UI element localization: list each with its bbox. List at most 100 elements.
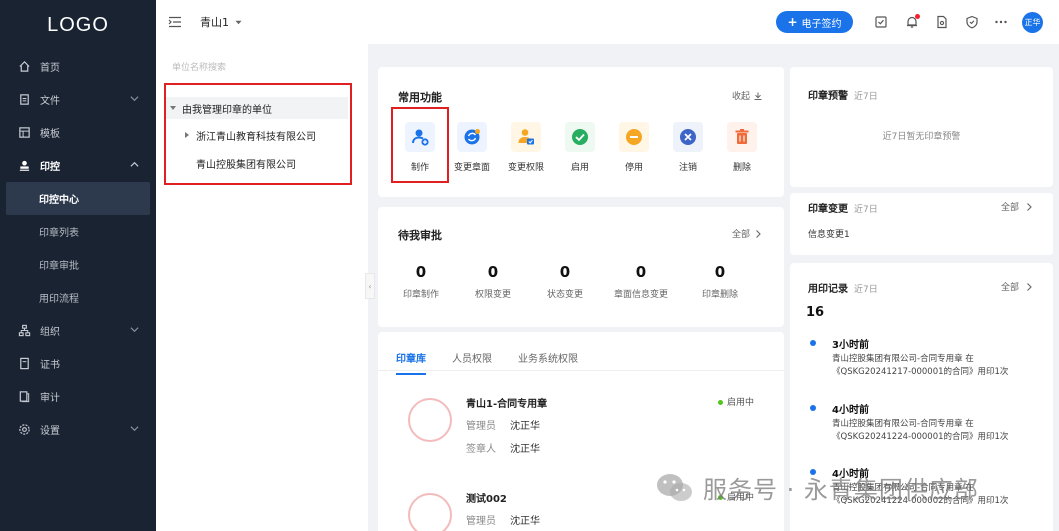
chevron-down-icon <box>130 327 139 333</box>
timeline-dot <box>810 405 816 411</box>
menu-toggle-icon[interactable] <box>168 15 182 29</box>
template-icon <box>17 126 31 140</box>
card-title-text: 印章预警 <box>808 91 848 102</box>
stat-seal-delete[interactable]: 0 印章删除 <box>685 263 755 300</box>
user-avatar[interactable]: 正华 <box>1022 12 1043 33</box>
func-enable[interactable]: 启用 <box>553 122 607 173</box>
more-icon[interactable] <box>994 15 1008 29</box>
sidebar-subitem-seal-approval[interactable]: 印章审批 <box>0 248 156 281</box>
collapse-button[interactable]: 收起 <box>732 89 762 102</box>
checklist-icon[interactable] <box>874 15 888 29</box>
record-time: 4小时前 <box>832 405 869 416</box>
seal-admin-row: 管理员 沈正华 <box>466 417 540 432</box>
tree-node-company-1[interactable]: 浙江青山教育科技有限公司 <box>184 124 316 146</box>
tab-seal-library[interactable]: 印章库 <box>396 350 426 375</box>
sidebar: LOGO 首页 文件 模板 印控 印控中心 印章列表 印章审批 用印流程 组织 … <box>0 0 156 531</box>
func-cancel[interactable]: 注销 <box>661 122 715 173</box>
sidebar-item-certificate[interactable]: 证书 <box>0 347 156 380</box>
seal-control-icon <box>17 159 31 173</box>
empty-state: 近7日暂无印章预警 <box>882 132 961 142</box>
stat-label: 印章制作 <box>402 290 439 300</box>
status-dot <box>718 400 723 405</box>
common-functions-card: 常用功能 收起 制作 变更章面 变更权限 启用 停用 注销 删除 <box>378 67 784 197</box>
func-label: 制作 <box>410 163 429 173</box>
func-change-permission[interactable]: 变更权限 <box>499 122 553 173</box>
sidebar-subitem-seal-center[interactable]: 印控中心 <box>6 182 150 215</box>
audit-icon <box>17 390 31 404</box>
func-disable[interactable]: 停用 <box>607 122 661 173</box>
tree-node-company-2[interactable]: 青山控股集团有限公司 <box>196 152 296 174</box>
sidebar-item-file[interactable]: 文件 <box>0 83 156 116</box>
change-face-icon <box>457 122 487 152</box>
view-all-label: 全部 <box>1000 203 1019 213</box>
tree-node-label: 由我管理印章的单位 <box>182 104 272 116</box>
e-sign-label: 电子签约 <box>801 18 842 30</box>
stat-label: 权限变更 <box>474 290 511 300</box>
sidebar-item-seal-control[interactable]: 印控 <box>0 149 156 182</box>
card-period: 近7日 <box>854 92 878 102</box>
stat-value: 0 <box>714 263 726 281</box>
func-make[interactable]: 制作 <box>393 122 447 173</box>
card-title: 待我审批 <box>398 229 442 242</box>
sidebar-item-label: 模板 <box>40 129 60 140</box>
enable-icon <box>565 122 595 152</box>
document-search-icon[interactable] <box>935 15 949 29</box>
card-title: 印章变更 近7日 <box>808 200 878 215</box>
watermark: 服务号 · 永青集团供应部 <box>655 470 979 505</box>
sidebar-item-home[interactable]: 首页 <box>0 50 156 83</box>
func-change-face[interactable]: 变更章面 <box>445 122 499 173</box>
seal-meta-key: 管理员 <box>466 421 496 432</box>
stat-value: 0 <box>487 263 499 281</box>
e-sign-button[interactable]: + 电子签约 <box>776 11 853 33</box>
collapse-label: 收起 <box>731 92 750 102</box>
seal-meta-key: 签章人 <box>466 444 496 455</box>
record-time: 3小时前 <box>832 340 869 351</box>
seal-admin: 沈正华 <box>510 421 540 432</box>
seal-change-card: 印章变更 近7日 全部 信息变更1 <box>790 193 1053 255</box>
panel-collapse-handle[interactable]: ‹ <box>365 273 375 299</box>
unit-search-input[interactable]: 单位名称搜索 <box>172 56 352 76</box>
stat-status-change[interactable]: 0 状态变更 <box>530 263 600 300</box>
change-item[interactable]: 信息变更1 <box>808 227 850 240</box>
shield-icon[interactable] <box>965 15 979 29</box>
sidebar-item-organization[interactable]: 组织 <box>0 314 156 347</box>
view-all-button[interactable]: 全部 <box>732 227 762 240</box>
view-all-button[interactable]: 全部 <box>1001 280 1033 293</box>
status-label: 启用中 <box>727 398 755 408</box>
disable-icon <box>619 122 649 152</box>
sidebar-subitem-seal-list[interactable]: 印章列表 <box>0 215 156 248</box>
sidebar-item-audit[interactable]: 审计 <box>0 380 156 413</box>
sidebar-item-settings[interactable]: 设置 <box>0 413 156 446</box>
stat-value: 0 <box>635 263 647 281</box>
seal-meta-key: 管理员 <box>466 516 496 527</box>
triangle-down-icon <box>170 106 176 110</box>
func-delete[interactable]: 删除 <box>715 122 769 173</box>
tab-business-system-permission[interactable]: 业务系统权限 <box>518 350 578 375</box>
wechat-icon <box>657 473 692 501</box>
view-all-button[interactable]: 全部 <box>1001 200 1033 213</box>
sidebar-subitem-seal-flow[interactable]: 用印流程 <box>0 281 156 314</box>
stat-permission-change[interactable]: 0 权限变更 <box>458 263 528 300</box>
view-all-label: 全部 <box>731 230 750 240</box>
seal-image <box>408 493 452 531</box>
delete-icon <box>727 122 757 152</box>
seal-image <box>408 398 452 442</box>
logo: LOGO <box>47 13 109 36</box>
org-selector[interactable]: 青山1 <box>200 14 242 30</box>
pending-approval-card: 待我审批 全部 0 印章制作 0 权限变更 0 状态变更 0 章面信息变更 0 … <box>378 207 784 327</box>
tab-personnel-permission[interactable]: 人员权限 <box>452 350 492 375</box>
timeline-dot <box>810 340 816 346</box>
chevron-right-icon <box>1027 202 1032 211</box>
func-label: 删除 <box>732 163 751 173</box>
chevron-right-icon <box>1027 282 1032 291</box>
card-title-text: 用印记录 <box>808 284 848 295</box>
sidebar-item-label: 证书 <box>40 360 60 371</box>
notification-badge <box>915 14 920 19</box>
sidebar-item-label: 设置 <box>40 426 60 437</box>
stat-seal-make[interactable]: 0 印章制作 <box>386 263 456 300</box>
home-icon <box>17 60 31 74</box>
tree-node-root[interactable]: 由我管理印章的单位 <box>166 97 348 119</box>
sidebar-item-template[interactable]: 模板 <box>0 116 156 149</box>
stat-label: 状态变更 <box>546 290 583 300</box>
stat-face-info-change[interactable]: 0 章面信息变更 <box>596 263 686 300</box>
